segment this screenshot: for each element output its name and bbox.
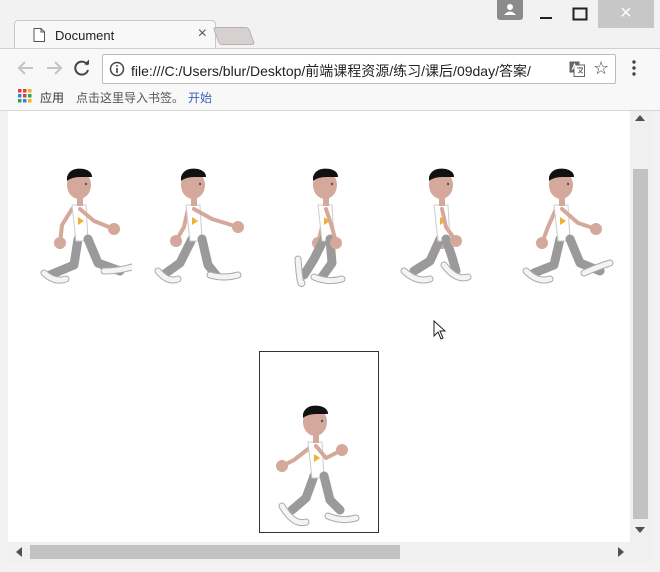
preview-walker (276, 405, 360, 527)
maximize-button[interactable] (564, 0, 596, 28)
front-leg (197, 234, 221, 280)
browser-window: Document × × file:///C:/Users/blur/Deskt… (0, 0, 660, 572)
tab-close-icon[interactable]: × (198, 25, 207, 43)
mouse-cursor-icon (433, 320, 447, 340)
menu-icon[interactable] (626, 59, 642, 77)
page-viewport (8, 111, 630, 542)
front-hand (336, 444, 348, 456)
new-tab-button[interactable] (212, 27, 256, 45)
apps-label[interactable]: 应用 (40, 89, 64, 106)
translate-icon[interactable] (569, 61, 585, 77)
scroll-right-arrow-icon[interactable] (618, 547, 624, 557)
horizontal-scroll-thumb[interactable] (30, 545, 400, 559)
eye (320, 419, 324, 423)
front-leg (83, 234, 125, 276)
eye (566, 182, 570, 186)
browser-toolbar: file:///C:/Users/blur/Desktop/前端课程资源/练习/… (0, 48, 660, 87)
scroll-left-arrow-icon[interactable] (16, 547, 22, 557)
tab-title: Document (55, 28, 115, 43)
maximize-icon (572, 7, 588, 21)
front-leg (319, 471, 345, 515)
eye (198, 182, 202, 186)
back-hand (170, 235, 182, 247)
minimize-button[interactable] (530, 0, 562, 28)
forward-icon[interactable] (45, 59, 63, 77)
front-hand (232, 221, 244, 233)
back-hand (54, 237, 66, 249)
back-leg (287, 471, 319, 515)
start-link[interactable]: 开始 (188, 89, 212, 106)
reload-icon[interactable] (73, 59, 91, 77)
eye (446, 182, 450, 186)
back-icon[interactable] (17, 59, 35, 77)
eye (84, 182, 88, 186)
info-icon[interactable] (109, 61, 125, 77)
walk-frame (400, 168, 472, 284)
back-hand (276, 460, 288, 472)
walk-frame (522, 168, 614, 284)
address-bar[interactable]: file:///C:/Users/blur/Desktop/前端课程资源/练习/… (102, 54, 616, 84)
close-window-button[interactable]: × (598, 0, 654, 28)
tab-document[interactable]: Document × (14, 20, 216, 49)
horizontal-scrollbar[interactable] (8, 542, 630, 562)
back-leg (409, 234, 445, 276)
walk-frame (154, 168, 244, 284)
front-hand (108, 223, 120, 235)
front-shoe-fill (207, 272, 241, 280)
scroll-down-arrow-icon[interactable] (635, 527, 645, 533)
url-text[interactable]: file:///C:/Users/blur/Desktop/前端课程资源/练习/… (131, 61, 563, 81)
scroll-up-arrow-icon[interactable] (635, 115, 645, 121)
document-icon (33, 28, 45, 42)
bookmark-star-icon[interactable]: ☆ (593, 58, 609, 78)
apps-icon[interactable] (18, 89, 32, 103)
close-icon: × (620, 2, 632, 24)
front-hand (450, 235, 462, 247)
front-hand (590, 223, 602, 235)
walk-frame (40, 168, 132, 284)
animation-preview-box (259, 351, 379, 533)
vertical-scroll-thumb[interactable] (633, 169, 648, 519)
user-icon[interactable] (497, 0, 523, 20)
eye (330, 182, 334, 186)
front-hand (330, 237, 342, 249)
minimize-icon (540, 17, 552, 19)
vertical-scrollbar[interactable] (630, 111, 652, 542)
back-hand (536, 237, 548, 249)
scrollbar-corner (630, 542, 652, 562)
tab-strip: Document × × (0, 0, 660, 49)
import-bookmarks-text: 点击这里导入书签。 (76, 91, 185, 105)
walk-frame (294, 168, 346, 287)
bookmarks-bar: 应用 点击这里导入书签。 开始 (0, 86, 660, 111)
